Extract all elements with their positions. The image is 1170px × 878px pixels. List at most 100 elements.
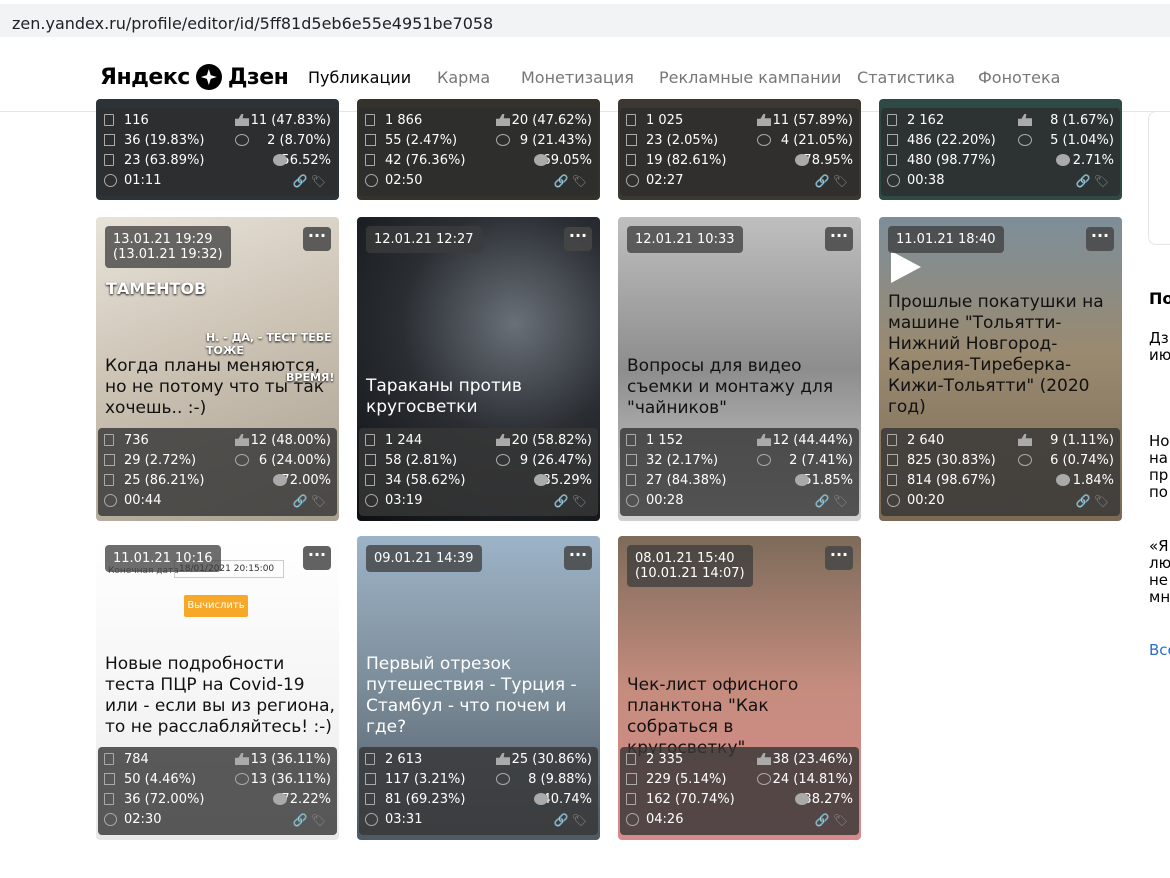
publication-title[interactable]: Тараканы против кругосветки: [366, 376, 596, 418]
right-text[interactable]: не: [1149, 572, 1168, 589]
stat-value: 117 (3.21%): [385, 772, 466, 787]
stat-value: 1 244: [385, 433, 423, 448]
stat-row: 486 (22.20%) 5 (1.04%): [881, 131, 1120, 151]
publication-title[interactable]: Когда планы меняются, но не потому что т…: [105, 356, 335, 419]
stats-panel: 736 12 (48.00%) 29 (2.72%) 6 (24.00%) 25 (86…: [98, 428, 337, 516]
more-options-button[interactable]: ···: [303, 227, 331, 251]
yandex-zen-logo[interactable]: Яндекс Дзен: [100, 64, 289, 90]
document-icon: [626, 474, 636, 486]
publication-card[interactable]: Конечная дата18/01/2021 20:15:00Вычислит…: [96, 536, 339, 840]
publication-card[interactable]: 08.01.21 15:40 (10.01.21 14:07) ··· Чек-лис…: [618, 536, 861, 840]
nav-karma[interactable]: Карма: [437, 68, 490, 87]
comment-icon: [757, 773, 771, 785]
publication-card[interactable]: 11.01.21 18:40 ··· Прошлые покатушки на ма…: [879, 217, 1122, 521]
more-options-button[interactable]: ···: [825, 227, 853, 251]
document-icon: [887, 154, 897, 166]
right-text[interactable]: пр: [1149, 467, 1168, 484]
publication-title[interactable]: Прошлые покатушки на машине "Тольятти-Ни…: [888, 292, 1118, 418]
publication-title[interactable]: Первый отрезок путешествия - Турция - Ст…: [366, 654, 596, 738]
right-text[interactable]: по: [1149, 484, 1168, 501]
stat-value-right: 11 (57.89%): [772, 113, 853, 128]
stat-value-right: 2 (7.41%): [789, 453, 853, 468]
like-icon: [496, 753, 510, 765]
nav-statistics[interactable]: Статистика: [857, 68, 955, 87]
clock-icon: [887, 174, 900, 187]
logo-text: Яндекс: [100, 64, 190, 90]
publication-card[interactable]: 1 025 11 (57.89%) 23 (2.05%) 4 (21.05%) 19 (…: [618, 99, 861, 200]
stat-row: 2 162 8 (1.67%): [881, 111, 1120, 131]
play-icon[interactable]: [891, 251, 921, 283]
publication-card[interactable]: 09.01.21 14:39 ··· Первый отрезок путешест…: [357, 536, 600, 840]
link-tag-icons[interactable]: 🔗🏷: [815, 494, 851, 508]
link-tag-icons[interactable]: 🔗🏷: [815, 174, 851, 188]
stat-value-right: 9 (1.11%): [1050, 433, 1114, 448]
right-text[interactable]: Но: [1149, 433, 1169, 450]
publication-card[interactable]: 12.01.21 12:27 ··· Тараканы против кругосв…: [357, 217, 600, 521]
right-all-link[interactable]: Все: [1149, 642, 1170, 659]
more-options-button[interactable]: ···: [564, 227, 592, 251]
right-text[interactable]: на: [1149, 450, 1168, 467]
publication-title[interactable]: Новые подробности теста ПЦР на Covid-19 …: [105, 654, 335, 738]
stat-value-right: 72.22%: [281, 792, 331, 807]
more-options-button[interactable]: ···: [1086, 227, 1114, 251]
stat-row: 2 640 9 (1.11%): [881, 431, 1120, 451]
stat-row: 34 (58.62%) 85.29%: [359, 471, 598, 491]
nav-monetization[interactable]: Монетизация: [521, 68, 634, 87]
nav-publications[interactable]: Публикации: [308, 68, 411, 87]
stat-row: 02:30 🔗🏷: [98, 810, 337, 830]
publication-card[interactable]: 116 11 (47.83%) 36 (19.83%) 2 (8.70%) 23 (63…: [96, 99, 339, 200]
stat-value: 2 162: [907, 113, 945, 128]
heart-icon: [795, 793, 809, 805]
link-tag-icons[interactable]: 🔗🏷: [554, 174, 590, 188]
stat-value: 50 (4.46%): [124, 772, 197, 787]
more-options-button[interactable]: ···: [825, 546, 853, 570]
stats-panel: 1 152 12 (44.44%) 32 (2.17%) 2 (7.41%) 27 (8…: [620, 428, 859, 516]
link-tag-icons[interactable]: 🔗🏷: [815, 813, 851, 827]
like-icon: [757, 434, 771, 446]
right-text[interactable]: мн: [1149, 589, 1170, 606]
publication-card[interactable]: 1 866 20 (47.62%) 55 (2.47%) 9 (21.43%) 42 (…: [357, 99, 600, 200]
stat-row: 1 025 11 (57.89%): [620, 111, 859, 131]
stat-row: 58 (2.81%) 9 (26.47%): [359, 451, 598, 471]
publish-date: 13.01.21 19:29 (13.01.21 19:32): [105, 226, 231, 268]
stat-value: 825 (30.83%): [907, 453, 996, 468]
link-tag-icons[interactable]: 🔗🏷: [554, 494, 590, 508]
link-tag-icons[interactable]: 🔗🏷: [1076, 174, 1112, 188]
right-text[interactable]: лю: [1149, 555, 1170, 572]
document-icon: [626, 773, 637, 785]
link-tag-icons[interactable]: 🔗🏷: [293, 174, 329, 188]
link-tag-icons[interactable]: 🔗🏷: [293, 494, 329, 508]
right-text[interactable]: «Я: [1149, 538, 1169, 555]
like-icon: [235, 434, 249, 446]
publication-card[interactable]: 2 162 8 (1.67%) 486 (22.20%) 5 (1.04%) 480 (…: [879, 99, 1122, 200]
link-tag-icons[interactable]: 🔗🏷: [1076, 494, 1112, 508]
stat-row: 229 (5.14%) 24 (14.81%): [620, 770, 859, 790]
publication-title[interactable]: Вопросы для видео съемки и монтажу для "…: [627, 356, 857, 419]
stat-value-right: 56.52%: [281, 153, 331, 168]
publish-date: 11.01.21 18:40: [888, 226, 1004, 253]
stat-value-right: 12 (44.44%): [772, 433, 853, 448]
stat-value-right: 20 (47.62%): [511, 113, 592, 128]
zen-star-icon: [195, 64, 222, 90]
more-options-button[interactable]: ···: [564, 546, 592, 570]
stat-value: 736: [124, 433, 149, 448]
link-tag-icons[interactable]: 🔗🏷: [293, 813, 329, 827]
stats-panel: 116 11 (47.83%) 36 (19.83%) 2 (8.70%) 23 (63…: [98, 108, 337, 196]
more-options-button[interactable]: ···: [303, 546, 331, 570]
nav-ad-campaigns[interactable]: Рекламные кампании: [659, 68, 841, 87]
like-icon: [235, 753, 249, 765]
document-icon: [104, 793, 114, 805]
right-panel-card: [1148, 111, 1170, 245]
heart-icon: [534, 154, 548, 166]
document-icon: [626, 114, 636, 126]
nav-phonoteca[interactable]: Фонотека: [978, 68, 1060, 87]
stat-value-right: 24 (14.81%): [772, 772, 853, 787]
stat-value: 00:44: [124, 493, 162, 508]
stat-value-right: 11 (47.83%): [250, 113, 331, 128]
link-tag-icons[interactable]: 🔗🏷: [554, 813, 590, 827]
stat-row: 03:31 🔗🏷: [359, 810, 598, 830]
url-field[interactable]: zen.yandex.ru/profile/editor/id/5ff81d5e…: [0, 4, 1170, 37]
publish-date: 11.01.21 10:16: [105, 545, 221, 572]
publication-card[interactable]: 12.01.21 10:33 ··· Вопросы для видео съемк…: [618, 217, 861, 521]
publication-card[interactable]: ТАМЕНТОВ Н. - ДА, - ТЕСТ ТЕБЕ ТОЖЕ ВРЕМЯ! 1…: [96, 217, 339, 521]
